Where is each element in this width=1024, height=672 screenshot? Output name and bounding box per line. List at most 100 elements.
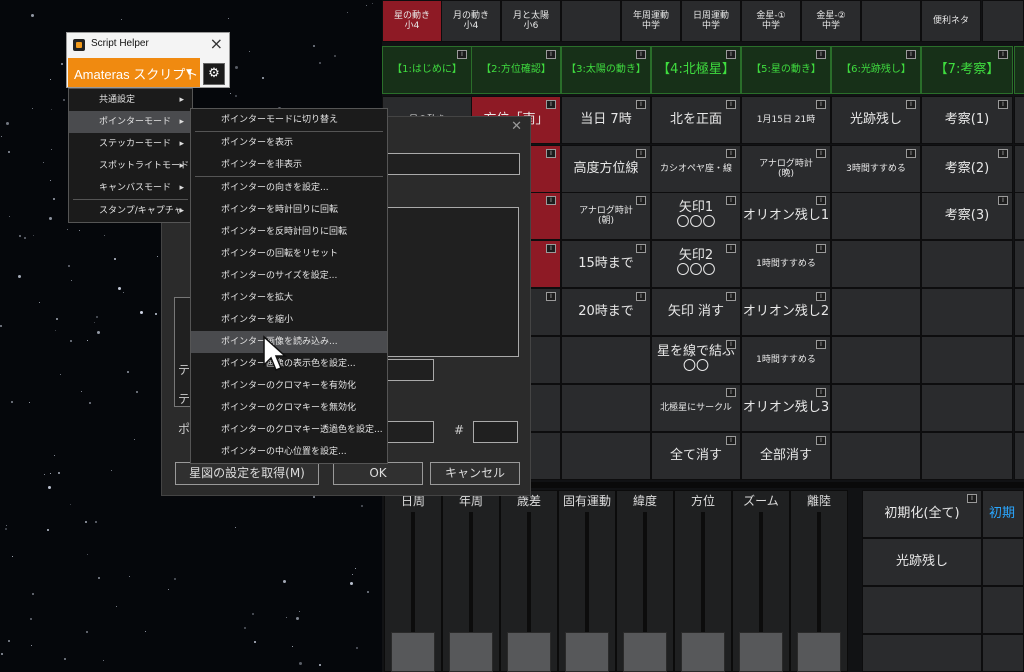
grid-button[interactable]: オリオン残し1 i bbox=[741, 192, 831, 240]
grid-button-empty[interactable] bbox=[831, 432, 921, 480]
grid-button[interactable]: オリオン残し2 i bbox=[741, 288, 831, 336]
scene-button[interactable]: 月と太陽 小6 bbox=[501, 0, 561, 42]
tab-button[interactable]: 【4:北極星】 i bbox=[651, 46, 741, 94]
grid-button[interactable]: 北極星にサークル i bbox=[651, 384, 741, 432]
tab-button[interactable]: 【6:光跡残し】 i bbox=[831, 46, 921, 94]
pointer-submenu-item[interactable]: ポインターを反時計回りに回転 bbox=[191, 221, 387, 243]
grid-button[interactable]: 1時間すすめる i bbox=[741, 336, 831, 384]
slider-knob[interactable] bbox=[797, 632, 841, 672]
grid-button[interactable]: 1時間すすめる i bbox=[741, 240, 831, 288]
pointer-submenu-item[interactable]: ポインターを非表示 bbox=[191, 154, 387, 176]
grid-button[interactable]: 3時間すすめる i bbox=[831, 145, 921, 193]
pointer-submenu-item[interactable]: ポインターを拡大 bbox=[191, 287, 387, 309]
scene-button[interactable]: 星の動き 小4 bbox=[382, 0, 442, 42]
main-menu-item[interactable]: 共通設定 bbox=[69, 89, 192, 111]
grid-button-partial[interactable] bbox=[1014, 240, 1024, 288]
reset-partial-button[interactable]: 初期 bbox=[982, 490, 1024, 538]
grid-button-empty[interactable] bbox=[831, 336, 921, 384]
grid-button-partial[interactable] bbox=[1014, 432, 1024, 480]
grid-button-empty[interactable] bbox=[921, 288, 1013, 336]
tab-button-partial[interactable] bbox=[1014, 46, 1024, 94]
ok-button[interactable]: OK bbox=[333, 462, 423, 485]
grid-button-partial[interactable] bbox=[1014, 288, 1024, 336]
grid-button[interactable]: 高度方位線 i bbox=[561, 145, 651, 193]
grid-button[interactable]: 当日 7時 i bbox=[561, 96, 651, 144]
grid-button-partial[interactable] bbox=[1014, 192, 1024, 240]
pointer-submenu-item[interactable]: ポインターのクロマキー透過色を設定... bbox=[191, 419, 387, 441]
scene-button[interactable] bbox=[982, 0, 1024, 42]
grid-button-partial[interactable] bbox=[1014, 145, 1024, 193]
grid-button-empty[interactable] bbox=[561, 432, 651, 480]
grid-button-partial[interactable] bbox=[982, 538, 1024, 586]
grid-button[interactable]: アナログ時計 (朝) i bbox=[561, 192, 651, 240]
scene-button[interactable]: 金星-② 中学 bbox=[801, 0, 861, 42]
grid-button[interactable]: 矢印 消す i bbox=[651, 288, 741, 336]
grid-button-empty[interactable] bbox=[561, 384, 651, 432]
dialog-close-icon[interactable]: ✕ bbox=[511, 119, 522, 134]
pointer-submenu-item[interactable]: ポインターを時計回りに回転 bbox=[191, 199, 387, 221]
tab-button[interactable]: 【1:はじめに】 i bbox=[382, 46, 472, 94]
main-menu-item[interactable]: スポットライトモード bbox=[69, 155, 192, 177]
grid-button-empty[interactable] bbox=[561, 336, 651, 384]
slider-knob[interactable] bbox=[391, 632, 435, 672]
grid-button-partial[interactable] bbox=[1014, 384, 1024, 432]
scene-button[interactable]: 便利ネタ bbox=[921, 0, 981, 42]
scene-button[interactable]: 日周運動 中学 bbox=[681, 0, 741, 42]
main-menu-item[interactable]: スタンプ/キャプチャ bbox=[69, 200, 192, 222]
grid-button[interactable]: 全部消す i bbox=[741, 432, 831, 480]
slider-knob[interactable] bbox=[623, 632, 667, 672]
dialog-text-area[interactable] bbox=[387, 207, 519, 357]
main-menu-item[interactable]: ステッカーモード bbox=[69, 133, 192, 155]
grid-button-partial[interactable] bbox=[1014, 336, 1024, 384]
grid-button[interactable]: 矢印1 〇〇〇 i bbox=[651, 192, 741, 240]
grid-button-empty[interactable] bbox=[921, 336, 1013, 384]
tab-button[interactable]: 【5:星の動き】 i bbox=[741, 46, 831, 94]
tab-button[interactable]: 【2:方位確認】 i bbox=[471, 46, 561, 94]
scene-button[interactable] bbox=[561, 0, 621, 42]
grid-button[interactable]: 1月15日 21時 i bbox=[741, 96, 831, 144]
pointer-submenu-item[interactable]: ポインターを表示 bbox=[191, 132, 387, 154]
pointer-submenu-item[interactable]: ポインターの向きを設定... bbox=[191, 177, 387, 199]
grid-button-empty[interactable] bbox=[862, 586, 982, 634]
grid-button[interactable]: 全て消す i bbox=[651, 432, 741, 480]
pointer-submenu-item[interactable]: ポインターのサイズを設定... bbox=[191, 265, 387, 287]
pointer-submenu-item[interactable]: ポインターの中心位置を設定... bbox=[191, 441, 387, 463]
pointer-submenu-item[interactable]: ポインターのクロマキーを無効化 bbox=[191, 397, 387, 419]
pointer-submenu-item[interactable]: ポインターの回転をリセット bbox=[191, 243, 387, 265]
grid-button-empty[interactable] bbox=[831, 240, 921, 288]
pointer-submenu-item[interactable]: ポインターのクロマキーを有効化 bbox=[191, 375, 387, 397]
main-menu-item[interactable]: キャンバスモード bbox=[69, 177, 192, 199]
pointer-submenu-item[interactable]: ポインター画像の表示色を設定... bbox=[191, 353, 387, 375]
grid-button-empty[interactable] bbox=[921, 384, 1013, 432]
tab-button[interactable]: 【3:太陽の動き】 i bbox=[561, 46, 651, 94]
grid-button-partial[interactable] bbox=[982, 634, 1024, 672]
grid-button[interactable]: 矢印2 〇〇〇 i bbox=[651, 240, 741, 288]
slider-knob[interactable] bbox=[681, 632, 725, 672]
slider-knob[interactable] bbox=[507, 632, 551, 672]
main-menu-item[interactable]: ポインターモード bbox=[69, 111, 192, 133]
grid-button-empty[interactable] bbox=[862, 634, 982, 672]
slider-knob[interactable] bbox=[739, 632, 783, 672]
dialog-field-po[interactable] bbox=[387, 421, 434, 443]
grid-button[interactable]: アナログ時計 (晩) i bbox=[741, 145, 831, 193]
grid-button-empty[interactable] bbox=[921, 240, 1013, 288]
grid-button[interactable]: 光跡残し i bbox=[831, 96, 921, 144]
grid-button[interactable]: オリオン残し3 i bbox=[741, 384, 831, 432]
reset-all-button[interactable]: 初期化(全て) i bbox=[862, 490, 982, 538]
scene-button[interactable]: 金星-① 中学 bbox=[741, 0, 801, 42]
dialog-field-te1[interactable] bbox=[387, 359, 434, 381]
grid-button[interactable]: 15時まで i bbox=[561, 240, 651, 288]
pointer-submenu-item[interactable]: ポインターモードに切り替え bbox=[191, 109, 387, 131]
grid-button-empty[interactable] bbox=[831, 384, 921, 432]
grid-button[interactable]: 20時まで i bbox=[561, 288, 651, 336]
grid-button-partial[interactable] bbox=[982, 586, 1024, 634]
grid-button[interactable]: 考察(1) i bbox=[921, 96, 1013, 144]
grid-button-empty[interactable] bbox=[831, 288, 921, 336]
scene-button[interactable] bbox=[861, 0, 921, 42]
slider-knob[interactable] bbox=[449, 632, 493, 672]
scene-button[interactable]: 月の動き 小4 bbox=[441, 0, 501, 42]
scene-button[interactable]: 年周運動 中学 bbox=[621, 0, 681, 42]
grid-button-partial[interactable] bbox=[1014, 96, 1024, 144]
dialog-color-field[interactable] bbox=[473, 421, 518, 443]
script-select-dropdown[interactable]: Amateras スクリプト ▼ bbox=[68, 58, 200, 87]
